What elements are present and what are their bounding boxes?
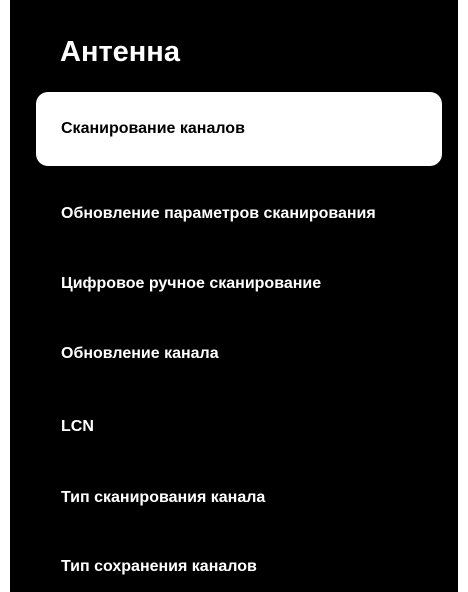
menu-item-update-scan-parameters[interactable]: Обновление параметров сканирования: [36, 177, 442, 251]
antenna-menu: Сканирование каналов Обновление параметр…: [10, 0, 458, 592]
menu-item-label: Тип сканирования канала: [61, 489, 266, 506]
menu-item-label: Тип сохранения каналов: [61, 558, 257, 575]
menu-item-channel-update[interactable]: Обновление канала: [36, 317, 442, 391]
antenna-settings-panel: Антенна Сканирование каналов Обновление …: [10, 0, 458, 592]
menu-item-digital-manual-scan[interactable]: Цифровое ручное сканирование: [36, 247, 442, 321]
menu-item-channel-store-type[interactable]: Тип сохранения каналов: [36, 530, 442, 592]
menu-item-channel-scan[interactable]: Сканирование каналов: [36, 92, 442, 166]
menu-item-label: Обновление канала: [61, 345, 219, 362]
menu-item-label: Цифровое ручное сканирование: [61, 275, 322, 292]
menu-item-channel-scan-type[interactable]: Тип сканирования канала: [36, 461, 442, 535]
menu-item-label: LCN: [61, 418, 94, 435]
menu-item-label: Сканирование каналов: [61, 120, 245, 137]
menu-item-lcn[interactable]: LCN: [36, 390, 442, 464]
menu-item-label: Обновление параметров сканирования: [61, 205, 376, 222]
